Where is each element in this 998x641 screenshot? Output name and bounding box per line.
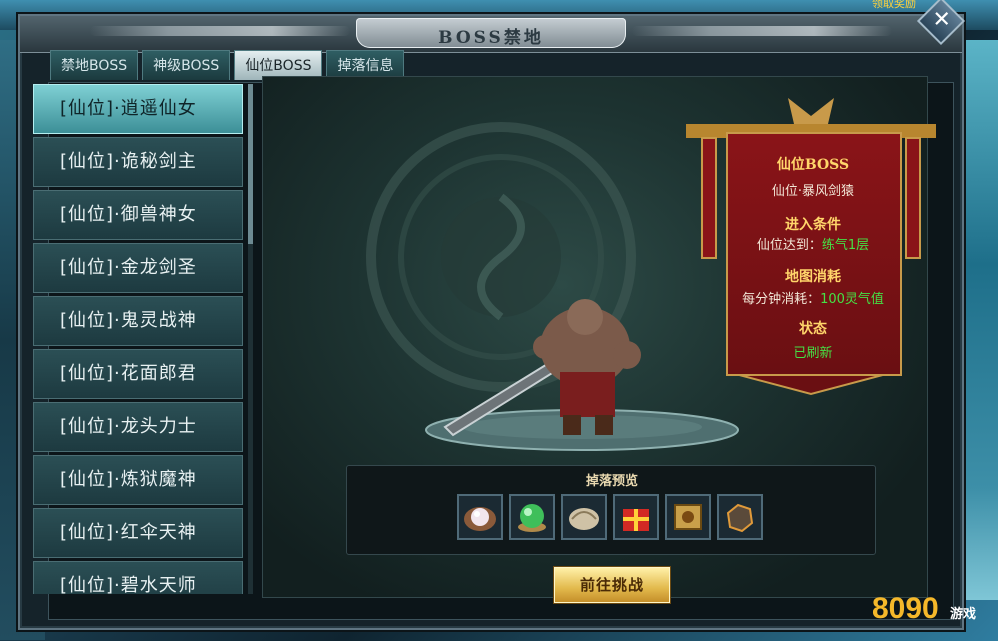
drop-slot-1[interactable]: [457, 494, 503, 540]
boss-list-item[interactable]: [仙位]·碧水天师: [33, 561, 243, 594]
boss-list-item[interactable]: [仙位]·花面郎君: [33, 349, 243, 399]
info-cost-row: 每分钟消耗：100灵气值: [728, 288, 898, 307]
boss-info-banner: 仙位BOSS 仙位·暴风剑猿 进入条件 仙位达到：练气1层 地图消耗 每分钟消耗…: [676, 98, 946, 398]
challenge-button[interactable]: 前往挑战: [554, 567, 670, 603]
boss-model-image: [443, 299, 641, 437]
boss-list-item[interactable]: [仙位]·诡秘剑主: [33, 137, 243, 187]
info-entry-row: 仙位达到：练气1层: [728, 234, 898, 253]
boss-list-item[interactable]: [仙位]·红伞天神: [33, 508, 243, 558]
info-cost-title: 地图消耗: [785, 269, 841, 285]
info-status-title: 状态: [799, 321, 827, 337]
drop-preview-panel: 掉落预览: [346, 465, 876, 555]
ore-icon: [726, 503, 754, 533]
boss-list-item[interactable]: [仙位]·炼狱魔神: [33, 455, 243, 505]
site-watermark: 8090 游戏: [872, 592, 976, 625]
close-icon: ✕: [932, 7, 951, 33]
title-ornament-right: [632, 26, 892, 36]
info-cost-label: 每分钟消耗：: [742, 292, 821, 307]
tab-god-boss[interactable]: 神级BOSS: [142, 50, 231, 80]
drop-slot-4[interactable]: [613, 494, 659, 540]
info-entry-title: 进入条件: [785, 217, 841, 233]
boss-list-item[interactable]: [仙位]·御兽神女: [33, 190, 243, 240]
pearl-icon: [464, 507, 496, 531]
gift-box-icon: [623, 509, 649, 531]
boss-list-item[interactable]: [仙位]·金龙剑圣: [33, 243, 243, 293]
window-title: BOSS禁地: [438, 28, 544, 48]
corner-reward-text[interactable]: 领取奖励: [872, 0, 916, 11]
scroll-icon: [674, 504, 702, 530]
drop-preview-title: 掉落预览: [585, 474, 638, 489]
list-scroll-thumb[interactable]: [248, 84, 253, 244]
drop-slot-6[interactable]: [717, 494, 763, 540]
tab-forbidden-boss[interactable]: 禁地BOSS: [50, 50, 139, 80]
drop-slot-2[interactable]: [509, 494, 555, 540]
drop-slot-3[interactable]: [561, 494, 607, 540]
info-cost-value: 100灵气值: [820, 292, 884, 307]
info-header: 仙位BOSS: [776, 157, 850, 173]
title-ornament-left: [90, 26, 350, 36]
boss-list-item[interactable]: [仙位]·鬼灵战神: [33, 296, 243, 346]
list-scrollbar[interactable]: [248, 84, 253, 594]
info-entry-label: 仙位达到：: [756, 238, 822, 253]
info-status-value: 已刷新: [793, 346, 833, 361]
banner-body: 仙位BOSS 仙位·暴风剑猿 进入条件 仙位达到：练气1层 地图消耗 每分钟消耗…: [726, 132, 902, 376]
shell-icon: [569, 508, 599, 530]
boss-list-item[interactable]: [仙位]·龙头力士: [33, 402, 243, 452]
title-plate: BOSS禁地: [356, 18, 626, 48]
info-boss-name: 仙位·暴风剑猿: [771, 184, 855, 199]
watermark-sub: 游戏: [950, 606, 976, 622]
title-bar: BOSS禁地: [20, 16, 962, 53]
boss-list-item[interactable]: [仙位]·逍遥仙女: [33, 84, 243, 134]
drop-slot-5[interactable]: [665, 494, 711, 540]
boss-list: [仙位]·逍遥仙女 [仙位]·诡秘剑主 [仙位]·御兽神女 [仙位]·金龙剑圣 …: [33, 84, 247, 594]
info-entry-value: 练气1层: [821, 238, 870, 253]
jade-orb-icon: [518, 504, 546, 532]
watermark-brand: 8090: [872, 592, 939, 625]
